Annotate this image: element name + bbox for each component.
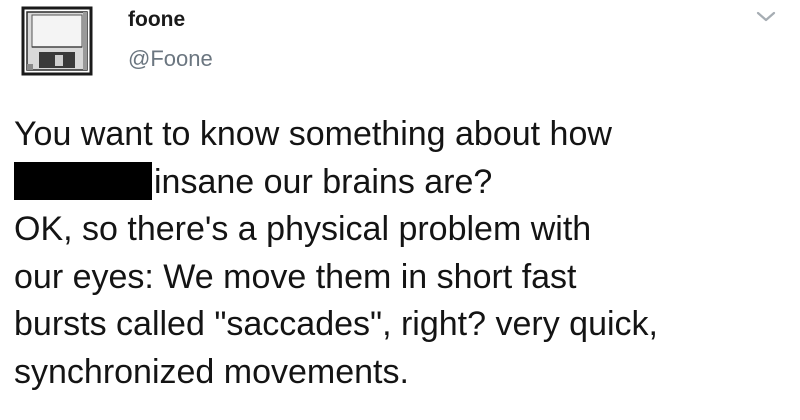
tweet-text: You want to know something about how ins… — [14, 111, 794, 396]
author-handle[interactable]: @Foone — [128, 46, 213, 72]
redaction-box — [14, 161, 152, 200]
chevron-down-icon — [756, 11, 776, 22]
tweet-text-line-redacted: insane our brains are? — [14, 159, 794, 207]
tweet-text-line: synchronized movements. — [14, 352, 409, 391]
tweet-text-line: OK, so there's a physical problem with — [14, 210, 592, 248]
tweet-text-fragment: insane our brains are? — [154, 162, 493, 201]
tweet-menu-button[interactable] — [752, 6, 780, 26]
tweet-text-line: our eyes: We move them in short fast — [14, 257, 577, 296]
tweet-text-line: You want to know something about how — [14, 115, 612, 153]
author-name[interactable]: foone — [128, 7, 185, 33]
avatar[interactable] — [17, 6, 99, 78]
tweet-text-line: bursts called "saccades", right? very qu… — [14, 305, 658, 343]
floppy-disk-icon — [21, 6, 93, 76]
tweet-card: foone @Foone You want to know something … — [0, 0, 800, 420]
